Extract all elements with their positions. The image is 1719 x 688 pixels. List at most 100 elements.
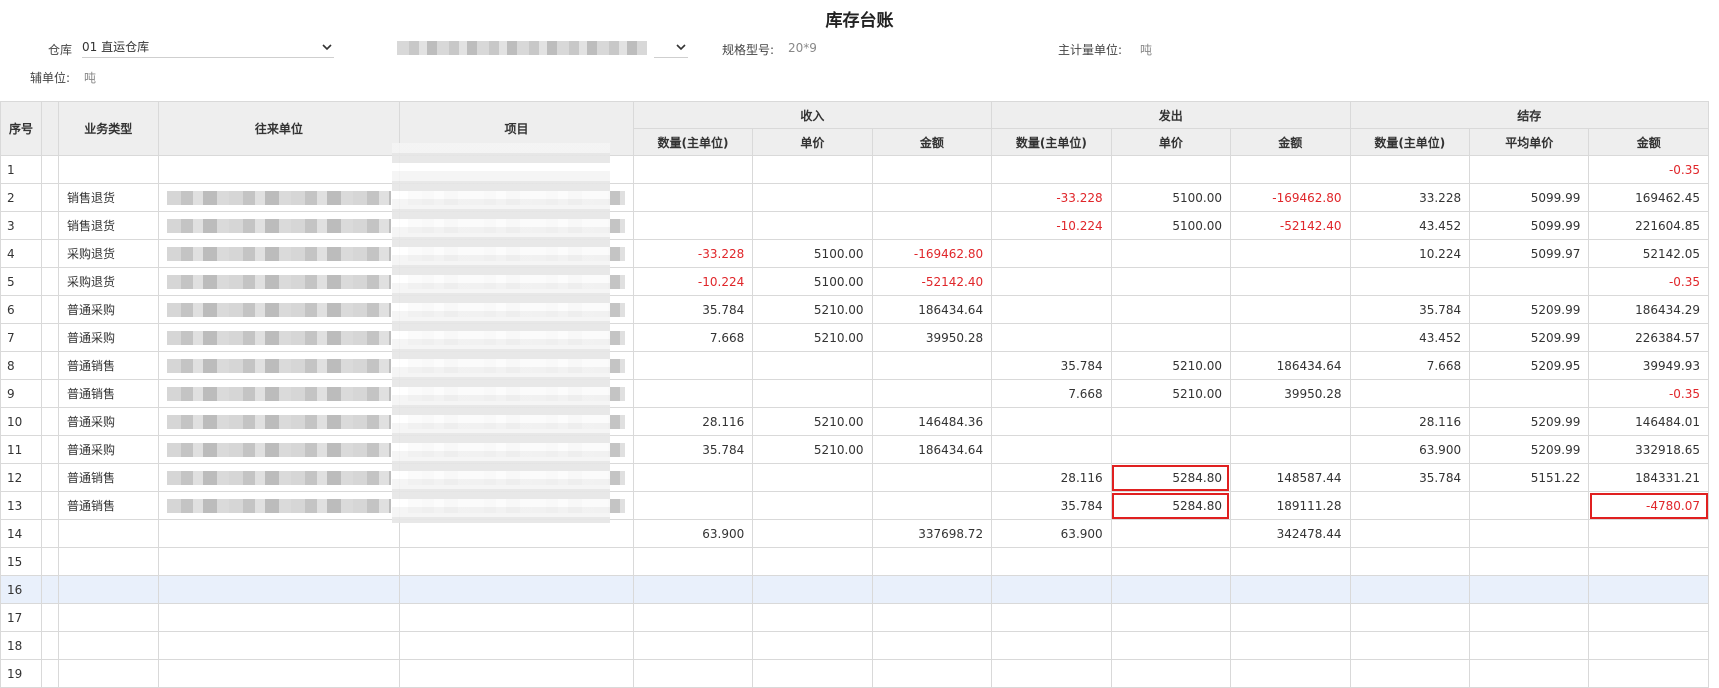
in-qty-cell[interactable]: -33.228	[632, 239, 754, 268]
seq-cell[interactable]: 15	[0, 547, 43, 576]
col-out-qty-header[interactable]: 数量(主单位)	[991, 128, 1112, 156]
table-row[interactable]: 13 普通销售 35.784 5284.80 189111.28 -4780.07	[0, 491, 1709, 520]
col-in-qty-header[interactable]: 数量(主单位)	[632, 128, 754, 156]
biz-type-cell[interactable]: 采购退货	[58, 267, 159, 296]
in-amount-cell[interactable]: 337698.72	[871, 519, 993, 548]
out-amount-cell[interactable]: 148587.44	[1229, 463, 1351, 492]
col-in-amount-header[interactable]: 金额	[871, 128, 993, 156]
table-row[interactable]: 8 普通销售 35.784 5210.00 186434.64 7.668 5209.95 3…	[0, 351, 1709, 380]
in-amount-cell[interactable]: 146484.36	[871, 407, 993, 436]
in-qty-cell[interactable]: 63.900	[632, 519, 754, 548]
in-amount-cell[interactable]	[871, 155, 993, 184]
seq-cell[interactable]: 1	[0, 155, 43, 184]
table-row[interactable]: 17	[0, 603, 1709, 632]
bal-qty-cell[interactable]: 33.228	[1349, 183, 1471, 212]
out-amount-cell[interactable]: 342478.44	[1229, 519, 1351, 548]
out-amount-cell[interactable]: -52142.40	[1229, 211, 1351, 240]
in-qty-cell[interactable]: -10.224	[632, 267, 754, 296]
in-amount-cell[interactable]: -52142.40	[871, 267, 993, 296]
col-biz-type-header[interactable]: 业务类型	[58, 101, 159, 156]
bal-qty-cell[interactable]: 7.668	[1349, 351, 1471, 380]
partner-cell[interactable]	[157, 575, 401, 604]
col-partner-header[interactable]: 往来单位	[157, 101, 401, 156]
biz-type-cell[interactable]: 普通销售	[58, 463, 159, 492]
partner-cell[interactable]	[157, 239, 401, 268]
seq-cell[interactable]: 6	[0, 295, 43, 324]
in-qty-cell[interactable]	[632, 155, 754, 184]
table-row[interactable]: 15	[0, 547, 1709, 576]
out-price-cell[interactable]	[1110, 239, 1231, 268]
bal-amount-cell[interactable]: 186434.29	[1588, 295, 1709, 324]
seq-cell[interactable]: 19	[0, 659, 43, 688]
item-cell[interactable]	[399, 547, 634, 576]
bal-amount-cell[interactable]: -0.35	[1588, 267, 1709, 296]
bal-avg-price-cell[interactable]: 5099.97	[1469, 239, 1590, 268]
in-price-cell[interactable]	[752, 659, 873, 688]
bal-avg-price-cell[interactable]	[1469, 631, 1590, 660]
bal-qty-cell[interactable]: 43.452	[1349, 323, 1471, 352]
out-amount-cell[interactable]	[1229, 267, 1351, 296]
warehouse-select[interactable]: 01 直运仓库	[82, 37, 334, 58]
in-qty-cell[interactable]: 35.784	[632, 295, 754, 324]
table-row[interactable]: 6 普通采购 35.784 5210.00 186434.64 35.784 5209.99…	[0, 295, 1709, 324]
seq-cell[interactable]: 10	[0, 407, 43, 436]
in-price-cell[interactable]: 5100.00	[752, 239, 873, 268]
bal-avg-price-cell[interactable]	[1469, 519, 1590, 548]
table-row[interactable]: 12 普通销售 28.116 5284.80 148587.44 35.784 5151.2…	[0, 463, 1709, 492]
table-row[interactable]: 16	[0, 575, 1709, 604]
in-price-cell[interactable]	[752, 519, 873, 548]
bal-amount-cell[interactable]: -0.35	[1588, 379, 1709, 408]
bal-avg-price-cell[interactable]: 5099.99	[1469, 211, 1590, 240]
seq-cell[interactable]: 3	[0, 211, 43, 240]
in-qty-cell[interactable]	[632, 547, 754, 576]
partner-cell[interactable]	[157, 603, 401, 632]
out-price-cell[interactable]	[1110, 295, 1231, 324]
bal-qty-cell[interactable]: 63.900	[1349, 435, 1471, 464]
in-amount-cell[interactable]	[871, 631, 993, 660]
item-cell[interactable]	[399, 659, 634, 688]
out-amount-cell[interactable]	[1229, 603, 1351, 632]
partner-cell[interactable]	[157, 519, 401, 548]
in-price-cell[interactable]	[752, 379, 873, 408]
out-qty-cell[interactable]	[991, 239, 1112, 268]
in-amount-cell[interactable]	[871, 491, 993, 520]
bal-avg-price-cell[interactable]: 5151.22	[1469, 463, 1590, 492]
biz-type-cell[interactable]: 普通采购	[58, 407, 159, 436]
bal-amount-cell[interactable]: 39949.93	[1588, 351, 1709, 380]
bal-amount-cell[interactable]: 226384.57	[1588, 323, 1709, 352]
in-price-cell[interactable]	[752, 155, 873, 184]
in-price-cell[interactable]: 5210.00	[752, 323, 873, 352]
table-row[interactable]: 2 销售退货 -33.228 5100.00 -169462.80 33.228 5099.…	[0, 183, 1709, 212]
in-price-cell[interactable]	[752, 183, 873, 212]
in-qty-cell[interactable]: 28.116	[632, 407, 754, 436]
out-qty-cell[interactable]	[991, 547, 1112, 576]
bal-qty-cell[interactable]: 35.784	[1349, 463, 1471, 492]
bal-qty-cell[interactable]	[1349, 155, 1471, 184]
biz-type-cell[interactable]	[58, 631, 159, 660]
out-qty-cell[interactable]: -10.224	[991, 211, 1112, 240]
in-amount-cell[interactable]	[871, 659, 993, 688]
out-price-cell[interactable]	[1110, 267, 1231, 296]
biz-type-cell[interactable]: 普通销售	[58, 491, 159, 520]
bal-amount-cell[interactable]: 221604.85	[1588, 211, 1709, 240]
item-cell[interactable]	[399, 575, 634, 604]
table-row[interactable]: 3 销售退货 -10.224 5100.00 -52142.40 43.452 5099.9…	[0, 211, 1709, 240]
partner-cell[interactable]	[157, 379, 401, 408]
partner-cell[interactable]	[157, 631, 401, 660]
out-qty-cell[interactable]: 35.784	[991, 351, 1112, 380]
out-price-cell[interactable]: 5284.80	[1110, 463, 1231, 492]
in-amount-cell[interactable]	[871, 351, 993, 380]
bal-avg-price-cell[interactable]: 5209.99	[1469, 435, 1590, 464]
out-amount-cell[interactable]	[1229, 323, 1351, 352]
item-cell[interactable]	[399, 631, 634, 660]
in-price-cell[interactable]	[752, 351, 873, 380]
bal-amount-cell[interactable]: 146484.01	[1588, 407, 1709, 436]
in-amount-cell[interactable]: 39950.28	[871, 323, 993, 352]
biz-type-cell[interactable]: 销售退货	[58, 211, 159, 240]
out-price-cell[interactable]: 5100.00	[1110, 183, 1231, 212]
in-amount-cell[interactable]	[871, 379, 993, 408]
seq-cell[interactable]: 17	[0, 603, 43, 632]
seq-cell[interactable]: 8	[0, 351, 43, 380]
bal-amount-cell[interactable]	[1588, 575, 1709, 604]
partner-cell[interactable]	[157, 323, 401, 352]
